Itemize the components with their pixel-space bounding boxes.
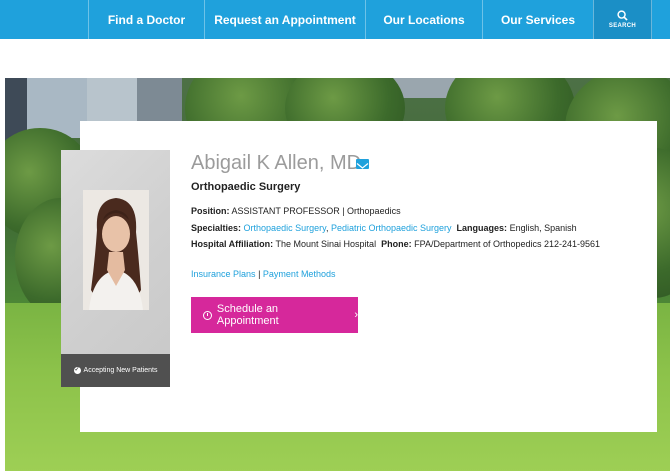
top-navigation: Find a Doctor Request an Appointment Our… xyxy=(0,0,670,39)
nav-our-services[interactable]: Our Services xyxy=(482,0,593,39)
search-button[interactable]: SEARCH xyxy=(593,0,652,39)
nav-find-a-doctor[interactable]: Find a Doctor xyxy=(88,0,204,39)
envelope-icon xyxy=(356,163,369,169)
schedule-label: Schedule an Appointment xyxy=(216,303,279,327)
doctor-name: Abigail K Allen, MD xyxy=(191,152,362,174)
nav-request-appointment[interactable]: Request an Appointment xyxy=(204,0,365,39)
nav-our-locations[interactable]: Our Locations xyxy=(365,0,482,39)
phone-label: Phone: xyxy=(381,239,412,249)
payment-methods-link[interactable]: Payment Methods xyxy=(263,269,336,279)
specialties-line: Specialties: Orthopaedic Surgery, Pediat… xyxy=(191,223,577,233)
affiliation-label: Hospital Affiliation: xyxy=(191,239,274,249)
specialty-title: Orthopaedic Surgery xyxy=(191,181,301,193)
link-separator: | xyxy=(258,269,261,279)
position-line: Position: ASSISTANT PROFESSOR | Orthopae… xyxy=(191,206,401,216)
doctor-photo xyxy=(83,190,149,310)
email-icon[interactable] xyxy=(356,159,369,169)
nav-label: Our Services xyxy=(500,12,576,27)
specialty-link-orthopaedic-surgery[interactable]: Orthopaedic Surgery xyxy=(244,223,326,233)
chevron-right-icon: › xyxy=(354,309,358,321)
search-icon xyxy=(617,10,628,21)
specialties-label: Specialties: xyxy=(191,223,242,233)
languages-value: English, Spanish xyxy=(509,223,577,233)
position-label: Position: xyxy=(191,206,230,216)
affiliation-line: Hospital Affiliation: The Mount Sinai Ho… xyxy=(191,239,600,249)
affiliation-value: The Mount Sinai Hospital xyxy=(275,239,377,249)
phone-value: FPA/Department of Orthopedics 212-241-95… xyxy=(414,239,601,249)
languages-label: Languages: xyxy=(456,223,508,233)
insurance-plans-link[interactable]: Insurance Plans xyxy=(191,269,256,279)
portrait-image xyxy=(83,190,149,310)
accepting-label: Accepting New Patients xyxy=(83,367,158,374)
doctor-photo-panel: ✓ Accepting New Patients xyxy=(61,150,170,387)
clock-icon xyxy=(203,310,212,320)
schedule-appointment-button[interactable]: Schedule an Appointment › xyxy=(191,297,358,333)
position-value: ASSISTANT PROFESSOR | Orthopaedics xyxy=(231,206,401,216)
specialty-link-pediatric-orthopaedic-surgery[interactable]: Pediatric Orthopaedic Surgery xyxy=(331,223,452,233)
nav-label: Our Locations xyxy=(383,12,465,27)
plan-links: Insurance Plans | Payment Methods xyxy=(191,269,335,279)
check-icon: ✓ xyxy=(73,367,81,374)
accepting-new-patients-badge: ✓ Accepting New Patients xyxy=(61,354,170,387)
nav-label: Request an Appointment xyxy=(214,12,356,27)
search-label: SEARCH xyxy=(608,23,637,29)
nav-label: Find a Doctor xyxy=(107,12,186,27)
